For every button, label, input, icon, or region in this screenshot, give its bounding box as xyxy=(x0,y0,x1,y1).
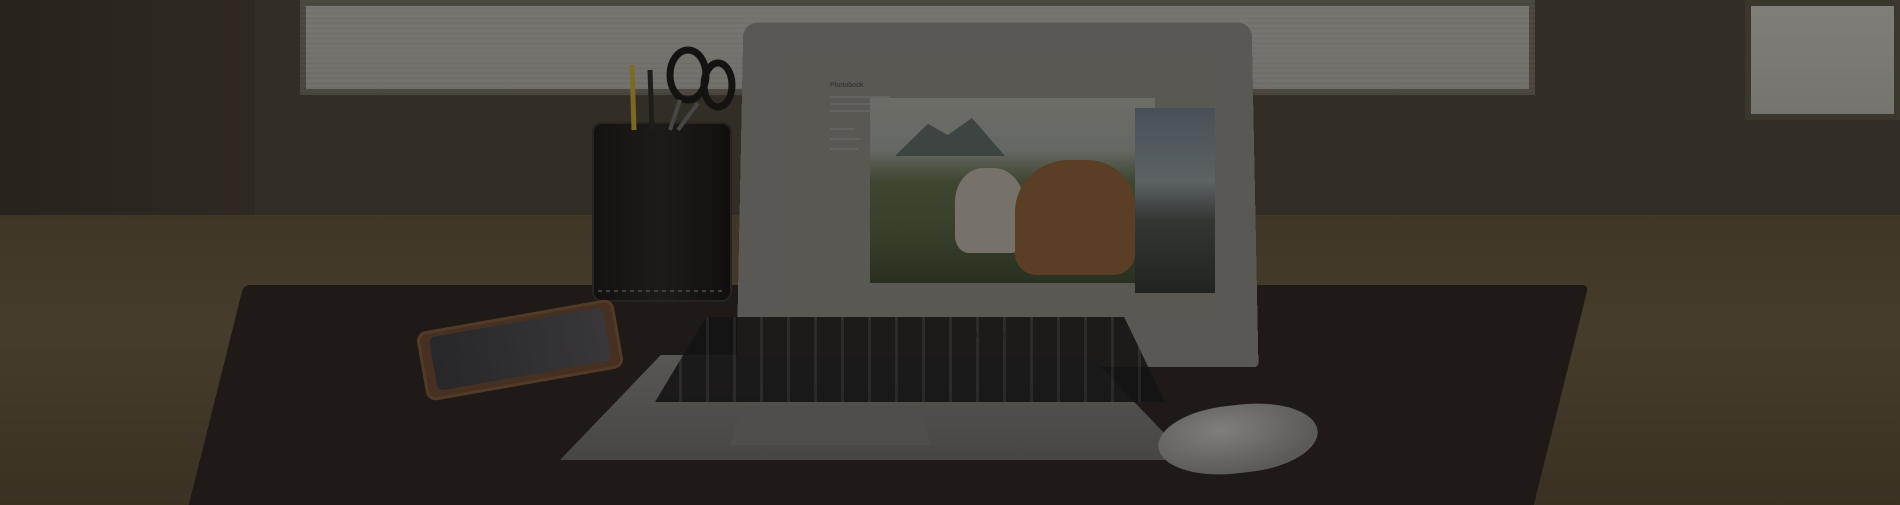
desk-scene: Photobook MacBook Air xyxy=(0,0,1900,505)
dark-overlay xyxy=(0,0,1900,505)
